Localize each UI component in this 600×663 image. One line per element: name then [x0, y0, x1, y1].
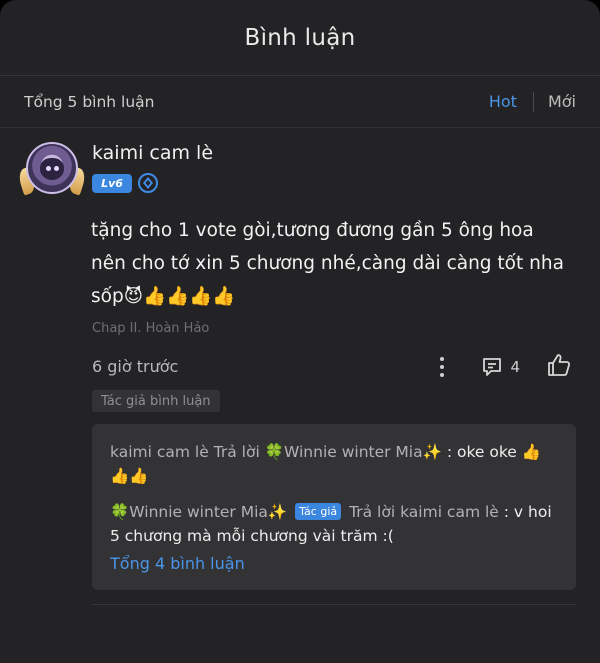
reply-count: 4 — [510, 358, 520, 376]
sort-hot-tab[interactable]: Hot — [489, 92, 517, 111]
divider — [92, 604, 576, 605]
avatar-eye — [46, 166, 51, 171]
replies-box: kaimi cam lè Trả lời 🍀Winnie winter Mia✨… — [92, 424, 576, 590]
view-all-replies-link[interactable]: Tổng 4 bình luận — [110, 554, 245, 573]
author-comment-tag: Tác giả bình luận — [92, 390, 220, 412]
user-badges: Lv6 — [92, 173, 158, 193]
comment-total: Tổng 5 bình luận — [24, 92, 155, 111]
avatar-eye — [54, 166, 59, 171]
author-badge: Tác giả — [295, 503, 342, 520]
comment-time: 6 giờ trước — [92, 357, 179, 376]
sort-tabs: Hot Mới — [489, 91, 576, 112]
reply-author[interactable]: 🍀Winnie winter Mia✨ — [110, 503, 287, 521]
sort-new-tab[interactable]: Mới — [548, 92, 576, 111]
sort-divider — [532, 91, 534, 112]
reply-label: Trả lời — [213, 443, 260, 461]
avatar-face — [40, 158, 64, 180]
comment-username[interactable]: kaimi cam lè — [92, 142, 213, 164]
reply-label: Trả lời — [349, 503, 396, 521]
reply-item: 🍀Winnie winter Mia✨ Tác giả Trả lời kaim… — [110, 500, 558, 548]
reply-item: kaimi cam lè Trả lời 🍀Winnie winter Mia✨… — [110, 440, 558, 488]
thumbs-up-icon[interactable] — [546, 352, 572, 382]
comment-actions: 4 — [432, 352, 572, 382]
panel-title: Bình luận — [244, 24, 356, 51]
comment-icon — [483, 358, 502, 376]
diamond-icon — [138, 173, 158, 193]
comment-content: tặng cho 1 vote gòi,tương đương gần 5 ôn… — [91, 220, 564, 307]
comment-chapter[interactable]: Chap II. Hoàn Hảo — [92, 321, 209, 336]
panel-header: Bình luận — [0, 0, 600, 76]
more-vertical-icon[interactable] — [432, 353, 452, 381]
reply-author[interactable]: kaimi cam lè — [110, 443, 209, 461]
comments-subbar: Tổng 5 bình luận Hot Mới — [0, 76, 600, 128]
comments-panel: Bình luận Tổng 5 bình luận Hot Mới kaimi… — [0, 0, 600, 663]
reply-button[interactable]: 4 — [480, 355, 520, 379]
reply-target[interactable]: 🍀Winnie winter Mia✨ — [265, 443, 442, 461]
reply-target[interactable]: kaimi cam lè — [400, 503, 499, 521]
avatar[interactable] — [16, 138, 88, 202]
level-badge: Lv6 — [92, 173, 132, 193]
